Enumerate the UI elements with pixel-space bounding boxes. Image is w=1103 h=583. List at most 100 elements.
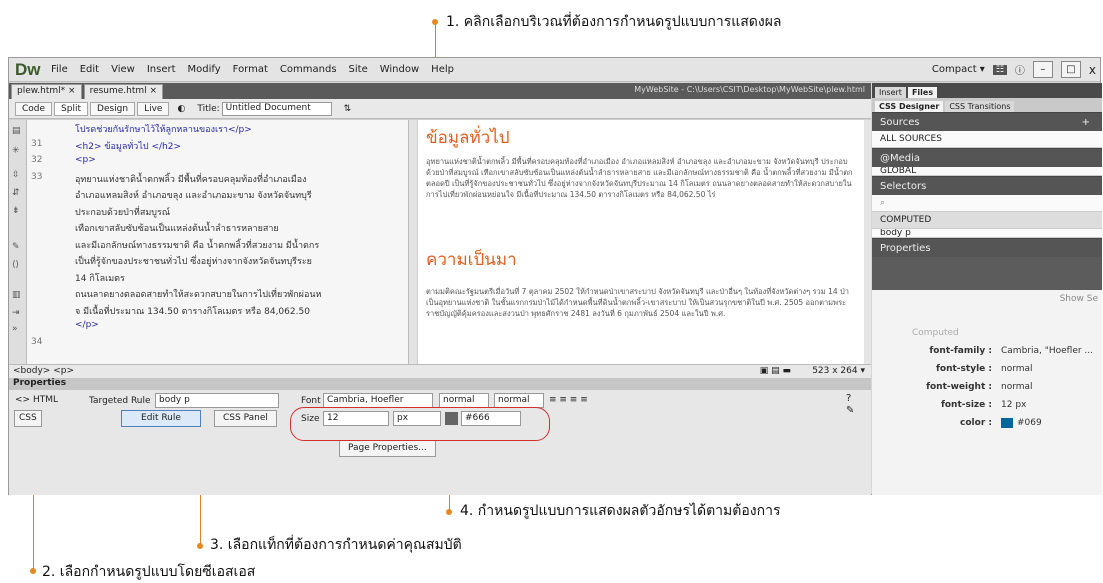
title-input[interactable]: Untitled Document [221, 101, 332, 116]
tab-resume[interactable]: resume.html × [83, 84, 164, 99]
code-line[interactable]: เทือกเขาสลับซับซ้อนเป็นแหล่งต้นน้ำลำธารห… [27, 221, 408, 234]
code-line[interactable]: เป็นที่รู้จักของประชาชนทั่วไป ซึ่งอยู่ห่… [27, 254, 408, 267]
open-documents-icon[interactable]: ▤ [12, 126, 21, 136]
device-icons[interactable]: ▣ ▤ ▬ [760, 366, 791, 376]
menu-insert[interactable]: Insert [147, 64, 176, 75]
computed-item[interactable]: COMPUTED [872, 212, 1102, 229]
code-line[interactable]: </p> [27, 320, 408, 332]
menu-edit[interactable]: Edit [80, 64, 99, 75]
window-size[interactable]: 523 x 264 ▾ [812, 366, 865, 376]
maximize-button[interactable]: □ [1060, 61, 1081, 78]
selector-filter[interactable]: ⌕ [872, 195, 1102, 212]
property-value[interactable]: #069 [1017, 418, 1042, 428]
font-style-select[interactable]: normal [494, 393, 544, 408]
css-mode-button[interactable]: CSS [14, 410, 42, 427]
properties-panel-title: Properties [880, 243, 931, 254]
menu-file[interactable]: File [51, 64, 68, 75]
font-family-select[interactable]: Cambria, Hoefler [323, 393, 433, 408]
code-view-button[interactable]: Code [15, 101, 53, 116]
add-source-icon[interactable]: + [1082, 113, 1090, 132]
code-line[interactable]: โปรดช่วยกันรักษาไว้ให้ลูกหลานของเรา</p> [27, 122, 408, 135]
minimize-button[interactable]: – [1032, 61, 1053, 78]
align-icons[interactable]: ≡ ≡ ≡ ≡ [549, 395, 588, 405]
menu-window[interactable]: Window [380, 64, 419, 75]
targeted-rule-select[interactable]: body p [155, 393, 279, 408]
edit-icon[interactable]: ✎ [846, 405, 854, 416]
property-value[interactable]: normal [1001, 364, 1033, 374]
global-item[interactable]: GLOBAL [872, 167, 1102, 176]
split-view-button[interactable]: Split [54, 101, 89, 116]
menu-modify[interactable]: Modify [188, 64, 221, 75]
code-view[interactable]: โปรดช่วยกันรักษาไว้ให้ลูกหลานของเรา</p> 3… [27, 120, 408, 364]
format-source-icon[interactable]: ▥ [12, 290, 21, 300]
show-set-toggle[interactable]: Show Se [1060, 294, 1098, 304]
font-weight-select[interactable]: normal [439, 393, 489, 408]
font-settings-highlight [290, 407, 550, 441]
all-sources-item[interactable]: ALL SOURCES [872, 131, 1102, 148]
code-scrollbar[interactable] [408, 120, 417, 364]
property-key: font-weight : [926, 382, 992, 392]
select-parent-icon[interactable]: ⇟ [12, 206, 20, 216]
callout-2-text: 2. เลือกกำหนดรูปแบบโดยซีเอสเอส [42, 564, 256, 580]
collapse-tag-icon[interactable]: ✳ [12, 146, 20, 156]
code-line[interactable]: 32 <p> [27, 155, 408, 167]
sync-icon[interactable]: ☷ [992, 64, 1007, 75]
more-icon[interactable]: » [12, 324, 18, 334]
property-key: font-size : [940, 400, 992, 410]
right-panel: Insert Files CSS Designer CSS Transition… [872, 83, 1102, 495]
menu-format[interactable]: Format [233, 64, 268, 75]
page-properties-button[interactable]: Page Properties... [339, 440, 436, 457]
workspace-switcher[interactable]: Compact ▾ [932, 64, 985, 75]
color-swatch-icon[interactable] [1001, 418, 1013, 428]
body-p-item[interactable]: body p [872, 229, 1102, 238]
tab-files[interactable]: Files [907, 87, 938, 98]
code-line[interactable]: ถนนลาดยางตลอดสายทำให้สะดวกสบายในการไปเที… [27, 287, 408, 300]
menu-view[interactable]: View [111, 64, 135, 75]
tab-plew[interactable]: plew.html* × [11, 84, 82, 99]
tab-css-designer[interactable]: CSS Designer [875, 101, 944, 112]
code-text: โปรดช่วยกันรักษาไว้ให้ลูกหลานของเรา</p> [75, 125, 252, 135]
expand-all-icon[interactable]: ⇵ [12, 188, 20, 198]
css-panel-button[interactable]: CSS Panel [214, 410, 277, 427]
file-management-icon[interactable]: ⇅ [344, 104, 352, 114]
code-line[interactable]: และมีเอกลักษณ์ทางธรรมชาติ คือ น้ำตกพลิ้ว… [27, 238, 408, 251]
design-scrollbar[interactable] [864, 120, 871, 364]
line-number: 34 [31, 336, 43, 347]
apply-comment-icon[interactable]: ✎ [12, 242, 20, 252]
globe-icon[interactable]: ◐ [177, 104, 185, 114]
design-view[interactable]: ข้อมูลทั่วไป อุทยานแห่งชาติน้ำตกพลิ้ว มี… [418, 120, 864, 364]
code-line[interactable]: 14 กิโลเมตร [27, 271, 408, 284]
design-view-button[interactable]: Design [90, 101, 136, 116]
menu-site[interactable]: Site [349, 64, 368, 75]
menu-commands[interactable]: Commands [280, 64, 337, 75]
design-paragraph-2: ตามมติคณะรัฐมนตรีเมื่อวันที่ 7 ตุลาคม 25… [426, 287, 849, 318]
property-value[interactable]: 12 px [1001, 400, 1026, 410]
info-icon[interactable]: ⓘ [1015, 62, 1025, 77]
menu-list: File Edit View Insert Modify Format Comm… [51, 64, 454, 75]
help-icon[interactable]: ? [846, 393, 851, 404]
property-value[interactable]: Cambria, "Hoefler ... [1001, 346, 1093, 356]
code-line[interactable]: ประกอบด้วยป่าที่สมบูรณ์ [27, 205, 408, 218]
tab-css-transitions[interactable]: CSS Transitions [945, 101, 1015, 112]
code-line[interactable]: อำเภอแหลมสิงห์ อำเภอขลุง และอำเภอมะขาม จ… [27, 188, 408, 201]
font-label: Font [301, 396, 321, 406]
menu-help[interactable]: Help [431, 64, 454, 75]
code-text: ถนนลาดยางตลอดสายทำให้สะดวกสบายในการไปเที… [75, 290, 322, 300]
html-mode-button[interactable]: <> HTML [15, 395, 58, 405]
indent-icon[interactable]: ⇥ [12, 308, 20, 318]
tab-insert[interactable]: Insert [875, 87, 906, 98]
code-line[interactable]: 34 [27, 337, 408, 349]
design-heading-1: ข้อมูลทั่วไป [426, 128, 510, 148]
code-line[interactable]: 33 อุทยานแห่งชาติน้ำตกพลิ้ว มีพื้นที่ครอบ… [27, 172, 408, 185]
code-line[interactable]: จ มีเนื้อที่ประมาณ 134.50 ตารางกิโลเมตร … [27, 304, 408, 317]
code-line[interactable]: 31 <h2> ข้อมูลทั่วไป </h2> [27, 139, 408, 152]
close-button[interactable]: x [1089, 63, 1096, 77]
edit-rule-button[interactable]: Edit Rule [121, 410, 201, 427]
tag-selector[interactable]: <body> <p> [13, 366, 74, 376]
live-view-button[interactable]: Live [137, 101, 170, 116]
property-value[interactable]: normal [1001, 382, 1033, 392]
coding-toolbar: ▤ ✳ ⇳ ⇵ ⇟ ✎ ⟨⟩ ▥ ⇥ » [9, 120, 27, 364]
collapse-selection-icon[interactable]: ⇳ [12, 170, 20, 180]
property-key: font-style : [936, 364, 992, 374]
wrap-tag-icon[interactable]: ⟨⟩ [12, 260, 19, 270]
